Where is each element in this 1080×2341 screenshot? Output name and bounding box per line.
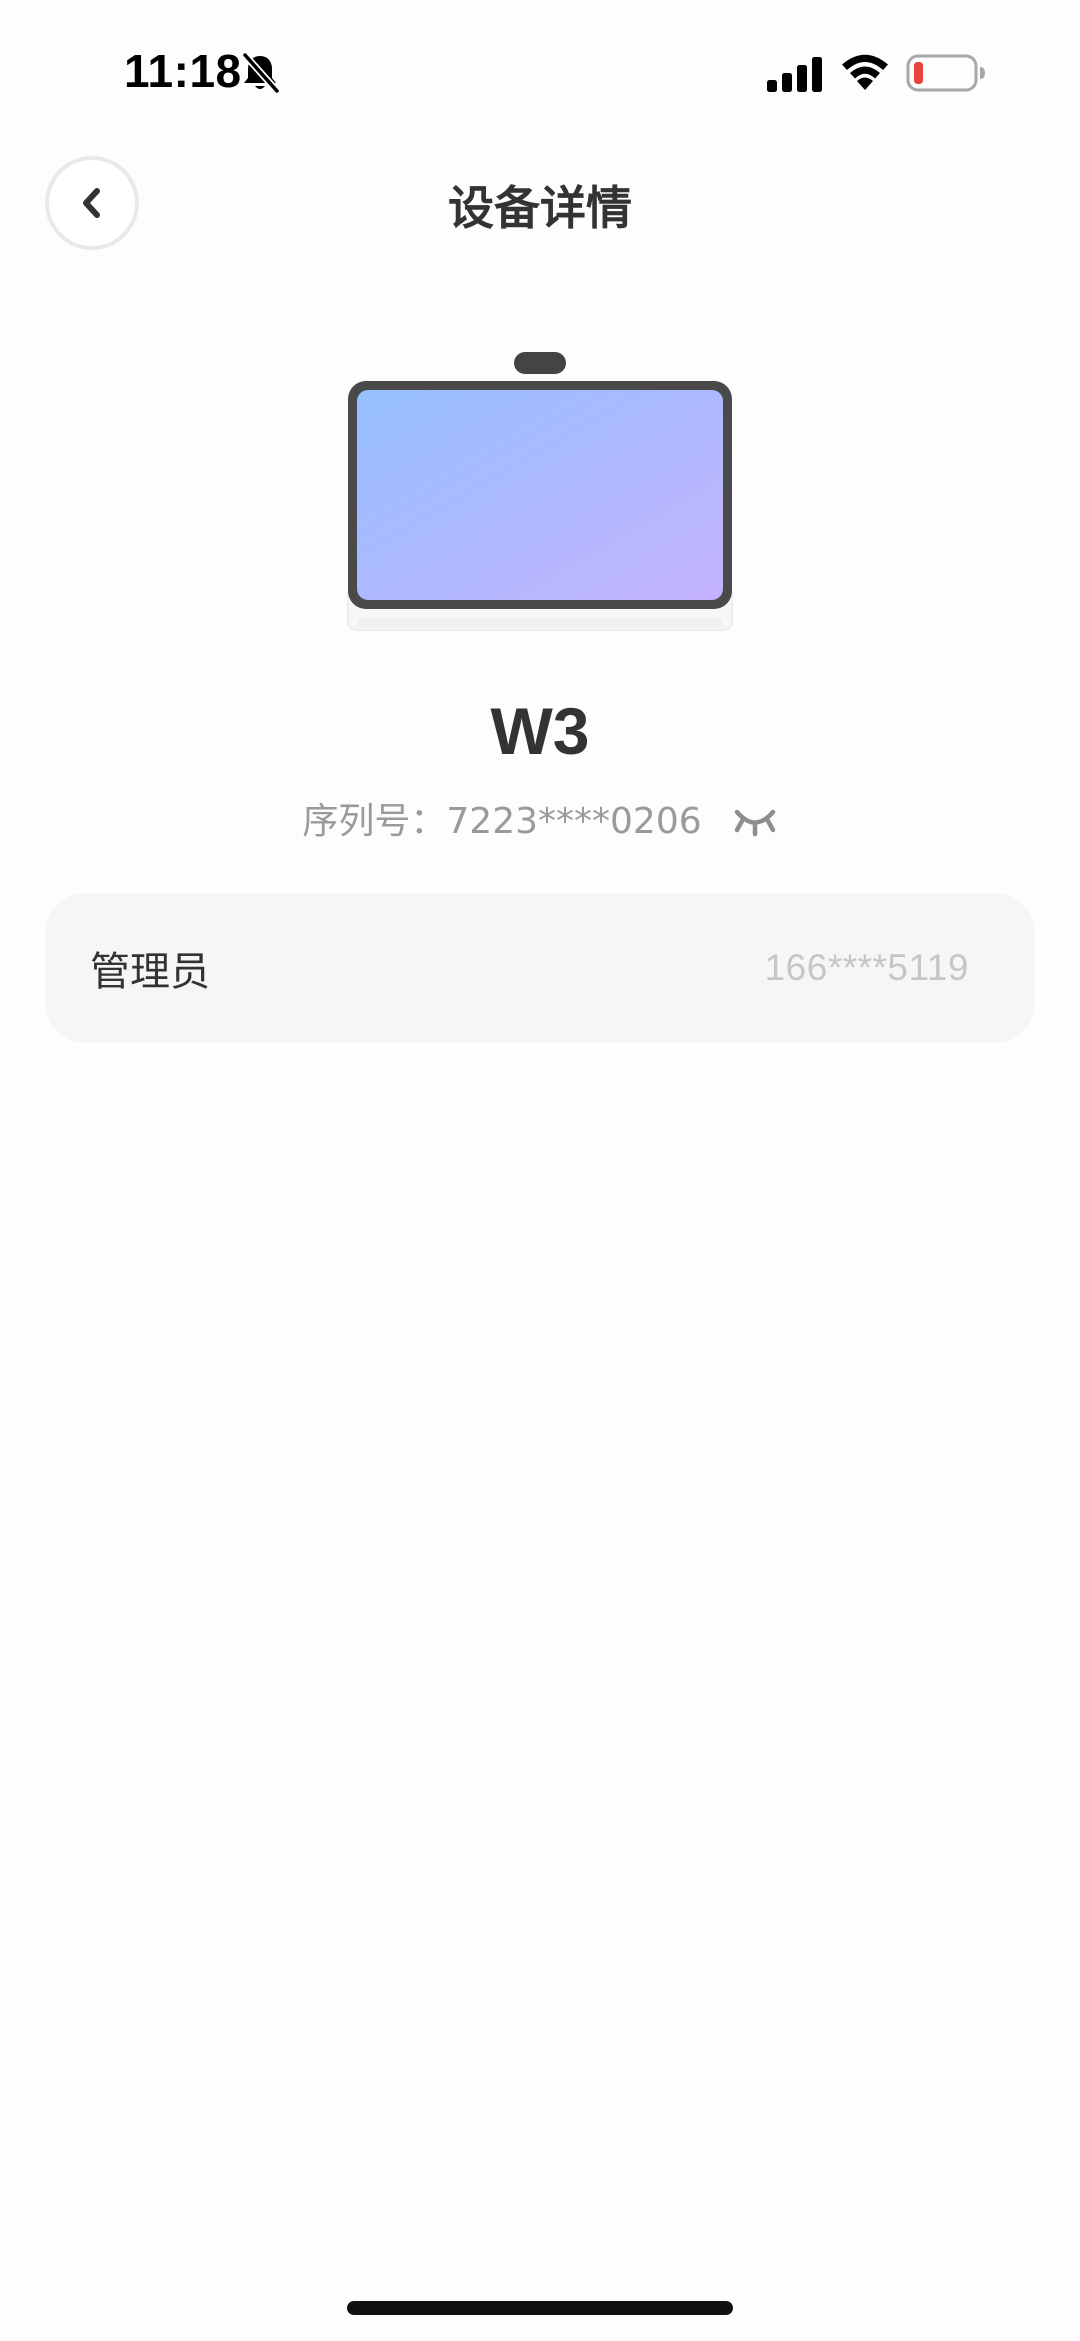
- battery-low-icon: [906, 54, 985, 92]
- status-time: 11:18: [124, 45, 242, 97]
- admin-label: 管理员: [90, 949, 210, 995]
- serial-number-row: 序列号：7223****0206: [0, 790, 1080, 846]
- admin-phone: 166****5119: [764, 947, 969, 988]
- device-detail-screen: 11:18 设备详情 W3 序列号：7223****0206 管理员 166**…: [0, 0, 1080, 2341]
- device-image: [347, 352, 733, 631]
- device-name: W3: [490, 694, 590, 768]
- serial-number: 序列号：7223****0206: [302, 792, 701, 844]
- serial-value: 7223****0206: [446, 801, 702, 842]
- signal-icon: [767, 57, 822, 92]
- page-title: 设备详情: [448, 181, 632, 235]
- home-indicator: [347, 2301, 733, 2315]
- status-bar: 11:18: [0, 0, 1080, 150]
- eye-closed-icon[interactable]: [732, 803, 778, 839]
- admin-row[interactable]: 管理员 166****5119: [45, 893, 1035, 1043]
- bell-muted-icon: [241, 52, 280, 94]
- serial-label: 序列号：: [302, 801, 447, 842]
- wifi-icon: [842, 54, 888, 90]
